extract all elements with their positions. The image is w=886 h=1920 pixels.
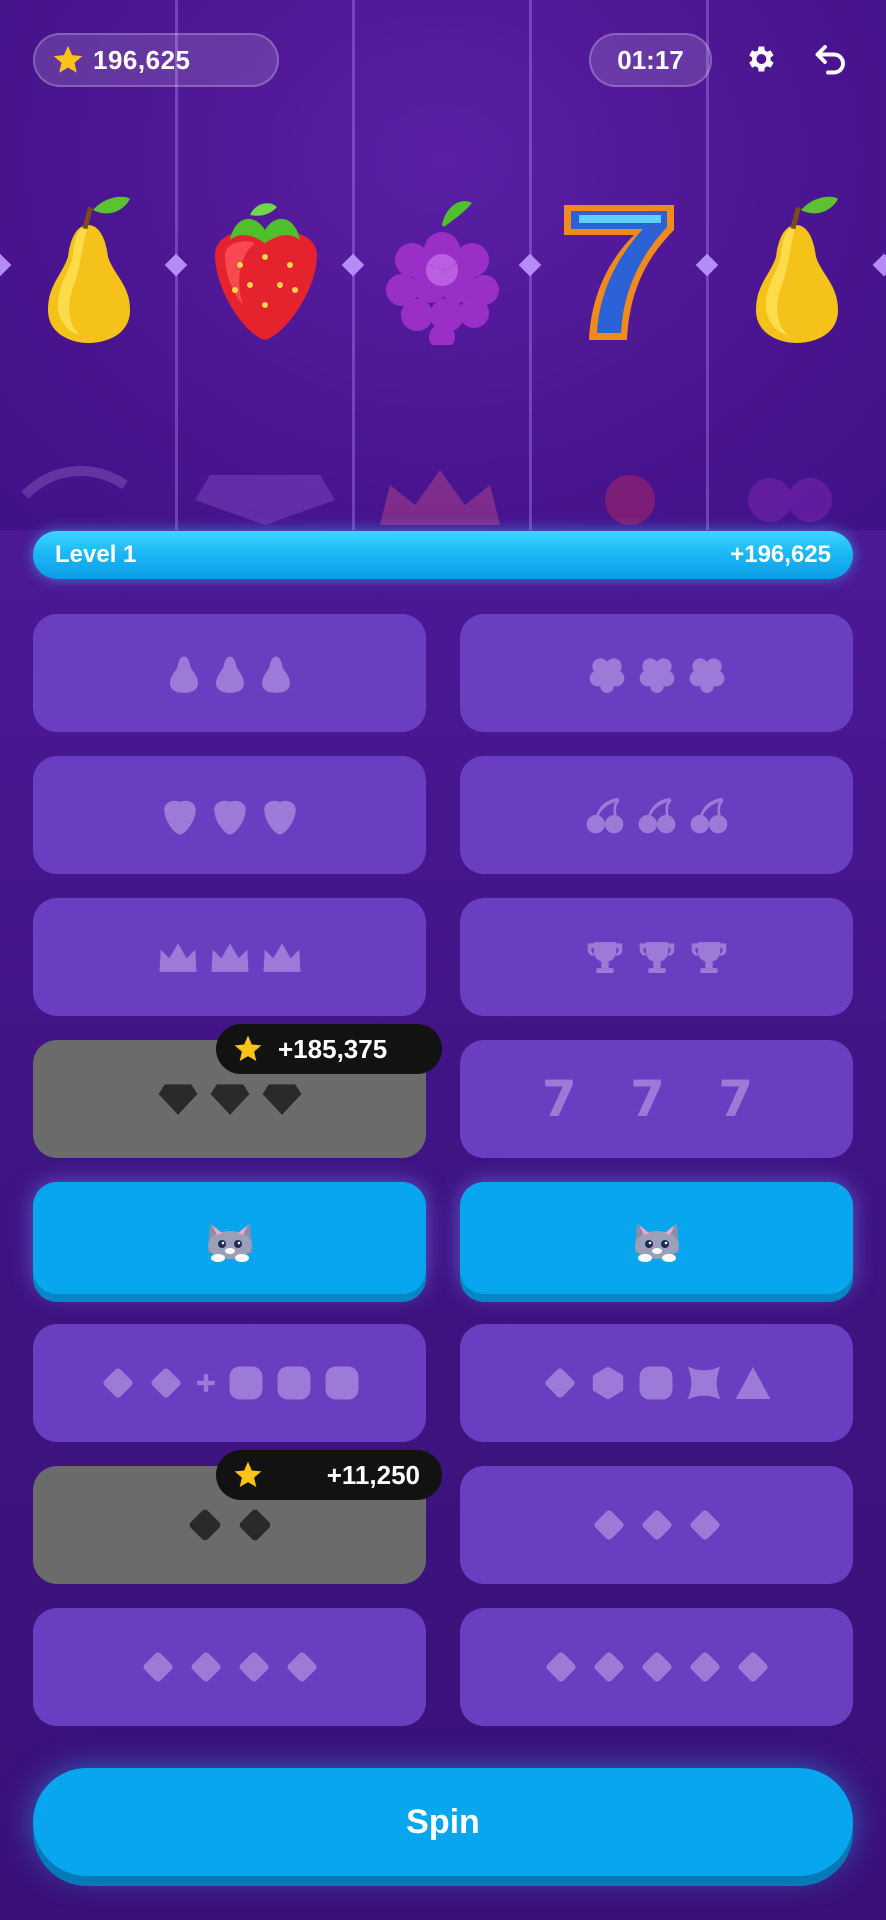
triangle-icon xyxy=(735,1367,770,1399)
cherry-ghost-icon xyxy=(21,466,128,499)
reward-value: +185,375 xyxy=(278,1033,388,1064)
grapes-ghost-icon xyxy=(748,478,832,522)
crown-ghost-icon xyxy=(380,470,500,525)
pear-icon xyxy=(169,656,198,693)
cat-icon xyxy=(207,1223,252,1262)
reward-badge: +185,375 xyxy=(216,1024,442,1074)
combo-three-strawberries[interactable] xyxy=(33,756,426,874)
pear-icon xyxy=(756,196,838,343)
square-icon xyxy=(639,1366,672,1400)
hexagon-icon xyxy=(592,1366,623,1400)
diamond-ghost-icon xyxy=(195,475,335,525)
combo-three-rhombi[interactable] xyxy=(460,1466,853,1584)
level-progress-bar: Level 1 +196,625 xyxy=(33,531,853,579)
gear-icon xyxy=(749,46,774,72)
crown-icon xyxy=(210,943,249,972)
rhombus-icon xyxy=(286,1652,317,1682)
sevens-label: 7 7 7 xyxy=(541,1070,772,1128)
reward-badge: +11,250 xyxy=(216,1450,442,1500)
crown-icon xyxy=(158,943,197,972)
rhombus-icon xyxy=(239,1509,270,1541)
diamond-icon xyxy=(158,1084,197,1115)
strawberry-icon xyxy=(163,800,196,835)
cherry-ghost-icon xyxy=(605,475,655,525)
reel-marker-icon xyxy=(0,253,12,277)
strawberry-icon xyxy=(215,203,317,340)
rhombus-icon xyxy=(150,1368,181,1398)
rhombus-icon xyxy=(737,1652,768,1682)
rhombus-icon xyxy=(593,1652,624,1682)
curved-square-icon xyxy=(687,1366,720,1400)
reel-marker-icon xyxy=(695,253,719,277)
square-icon xyxy=(229,1366,262,1400)
pear-icon xyxy=(261,656,290,693)
combo-four-rhombi[interactable] xyxy=(33,1608,426,1726)
reel-marker-icon xyxy=(341,253,365,277)
square-icon xyxy=(325,1366,358,1400)
crown-icon xyxy=(262,943,301,972)
cherry-icon xyxy=(638,797,675,834)
trophy-icon xyxy=(691,942,726,974)
cat-icon xyxy=(634,1223,679,1262)
undo-button[interactable] xyxy=(808,36,854,82)
undo-icon xyxy=(815,45,845,75)
combo-three-raspberries[interactable] xyxy=(460,614,853,732)
star-icon xyxy=(234,1461,262,1487)
spin-label: Spin xyxy=(406,1802,480,1841)
rhombus-icon xyxy=(545,1652,576,1682)
star-icon xyxy=(234,1035,262,1061)
pear-icon xyxy=(48,196,130,343)
combo-three-pears[interactable] xyxy=(33,614,426,732)
rhombus-icon xyxy=(142,1652,173,1682)
trophy-icon xyxy=(587,942,622,974)
rhombus-icon xyxy=(641,1510,672,1540)
rhombus-icon xyxy=(189,1509,220,1541)
pear-icon xyxy=(215,656,244,693)
raspberry-icon xyxy=(589,658,624,693)
trophy-icon xyxy=(639,942,674,974)
combo-three-crowns[interactable] xyxy=(33,898,426,1016)
combo-three-trophies[interactable] xyxy=(460,898,853,1016)
combo-three-sevens[interactable]: 7 7 7 xyxy=(460,1040,853,1158)
grapes-icon xyxy=(386,201,499,345)
reward-value: +11,250 xyxy=(326,1459,420,1490)
seven-icon xyxy=(564,205,674,340)
combo-mixed-shapes[interactable] xyxy=(460,1324,853,1442)
score-value: 196,625 xyxy=(93,44,191,75)
reel-marker-icon xyxy=(872,253,886,277)
cherry-icon xyxy=(690,797,727,834)
diamond-icon xyxy=(262,1084,301,1115)
timer-value: 01:17 xyxy=(617,44,684,75)
square-icon xyxy=(277,1366,310,1400)
plus-icon xyxy=(196,1374,215,1392)
combo-three-cherries[interactable] xyxy=(460,756,853,874)
reel-marker-icon xyxy=(164,253,188,277)
spin-button[interactable]: Spin xyxy=(33,1768,853,1876)
combo-five-rhombi[interactable] xyxy=(460,1608,853,1726)
rhombus-icon xyxy=(593,1510,624,1540)
combo-two-diamonds-three-squares[interactable] xyxy=(33,1324,426,1442)
raspberry-icon xyxy=(689,658,724,693)
raspberry-icon xyxy=(639,658,674,693)
combo-cat[interactable] xyxy=(460,1182,853,1294)
diamond-icon xyxy=(210,1084,249,1115)
rhombus-icon xyxy=(190,1652,221,1682)
settings-button[interactable] xyxy=(737,36,783,82)
rhombus-icon xyxy=(641,1652,672,1682)
reel-marker-icon xyxy=(518,253,542,277)
strawberry-icon xyxy=(213,800,246,835)
star-icon xyxy=(53,45,83,73)
rhombus-icon xyxy=(689,1652,720,1682)
strawberry-icon xyxy=(263,800,296,835)
score-display: 196,625 xyxy=(33,33,279,87)
rhombus-icon xyxy=(102,1368,133,1398)
cherry-icon xyxy=(586,797,623,834)
rhombus-icon xyxy=(689,1510,720,1540)
level-reward: +196,625 xyxy=(730,541,831,568)
rhombus-icon xyxy=(544,1368,575,1398)
timer-display: 01:17 xyxy=(589,33,712,87)
level-label: Level 1 xyxy=(55,541,137,568)
combo-cat[interactable] xyxy=(33,1182,426,1294)
rhombus-icon xyxy=(238,1652,269,1682)
